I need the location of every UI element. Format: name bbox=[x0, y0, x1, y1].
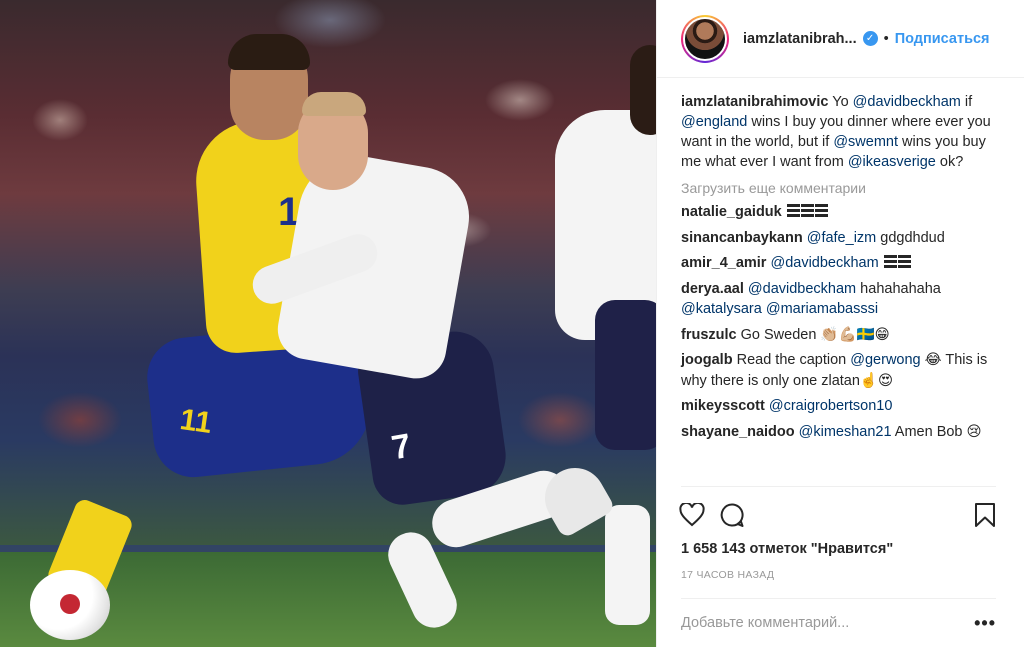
comment-input[interactable] bbox=[681, 615, 975, 631]
comment-username[interactable]: natalie_gaiduk bbox=[681, 204, 782, 220]
sweden-player-hair bbox=[228, 34, 310, 70]
comment-text: gdgdhdud bbox=[876, 229, 945, 246]
comment-row: natalie_gaiduk bbox=[681, 202, 996, 223]
mention-link[interactable]: @davidbeckham bbox=[853, 94, 961, 110]
comment-username[interactable]: fruszulc bbox=[681, 327, 737, 343]
add-comment-bar: ••• bbox=[681, 598, 996, 647]
instagram-post: 11 11 7 iamzlatanibrah... ✓ • Подписатьс… bbox=[0, 0, 1024, 647]
sweden-shorts-number: 11 bbox=[177, 402, 214, 441]
right-player-sock bbox=[605, 505, 650, 625]
comment-row: mikeysscott @craigrobertson10 bbox=[681, 396, 996, 417]
comment-username[interactable]: joogalb bbox=[681, 352, 733, 368]
comment-text: Go Sweden 👏🏼💪🏼🇸🇪😁 bbox=[740, 326, 890, 343]
comment-username[interactable]: shayane_naidoo bbox=[681, 424, 795, 440]
follow-button[interactable]: Подписаться bbox=[895, 31, 990, 47]
comment-username[interactable]: mikeysscott bbox=[681, 398, 765, 414]
mention-link[interactable]: @craigrobertson10 bbox=[769, 398, 893, 414]
comment-text: Yo bbox=[828, 94, 853, 110]
post-actions-bar bbox=[679, 498, 996, 532]
mention-link[interactable]: @davidbeckham bbox=[770, 255, 878, 271]
emoji-bar-glyph bbox=[800, 204, 814, 218]
likes-count[interactable]: 1 658 143 отметок "Нравится" bbox=[681, 541, 893, 557]
comment-text: ok? bbox=[935, 154, 964, 170]
comment-row: sinancanbaykann @fafe_izm gdgdhdud bbox=[681, 228, 996, 249]
comment-username[interactable]: sinancanbaykann bbox=[681, 230, 803, 246]
mention-link[interactable]: @gerwong bbox=[850, 352, 920, 368]
comments-list: iamzlatanibrahimovic Yo @davidbeckham if… bbox=[657, 78, 1024, 442]
post-header: iamzlatanibrah... ✓ • Подписаться bbox=[657, 0, 1024, 78]
emoji-bar-glyph bbox=[883, 255, 897, 269]
save-button[interactable] bbox=[968, 498, 1002, 532]
avatar[interactable] bbox=[683, 16, 727, 61]
comment-row: derya.aal @davidbeckham hahahahaha @kata… bbox=[681, 279, 996, 320]
bookmark-icon bbox=[975, 503, 995, 527]
mention-link[interactable]: @fafe_izm bbox=[807, 230, 877, 246]
comment-username[interactable]: amir_4_amir bbox=[681, 255, 766, 271]
emoji-bar-glyph bbox=[814, 204, 828, 218]
actions-divider bbox=[681, 486, 996, 487]
header-separator-dot: • bbox=[883, 30, 889, 47]
comment-text: hahahahaha bbox=[856, 280, 941, 297]
caption-username[interactable]: iamzlatanibrahimovic bbox=[681, 94, 828, 110]
avatar-story-ring[interactable] bbox=[681, 14, 729, 63]
mention-link[interactable]: @katalysara bbox=[681, 301, 762, 317]
comment-username[interactable]: derya.aal bbox=[681, 281, 744, 297]
comment-rows: natalie_gaiduk sinancanbaykann @fafe_izm… bbox=[681, 202, 996, 442]
post-timestamp[interactable]: 17 ЧАСОВ НАЗАД bbox=[681, 569, 774, 581]
post-photo[interactable]: 11 11 7 bbox=[0, 0, 656, 647]
emoji-bar-glyph bbox=[786, 204, 800, 218]
england-player-hair bbox=[302, 92, 366, 116]
comment-text bbox=[879, 255, 883, 271]
comment-text: Read the caption bbox=[736, 352, 851, 368]
post-caption: iamzlatanibrahimovic Yo @davidbeckham if… bbox=[681, 92, 996, 172]
mention-link[interactable]: @england bbox=[681, 114, 747, 130]
like-button[interactable] bbox=[675, 498, 709, 532]
comment-row: joogalb Read the caption @gerwong 😂 This… bbox=[681, 350, 996, 391]
right-player-shorts bbox=[595, 300, 656, 450]
heart-icon bbox=[679, 503, 705, 527]
load-more-comments-button[interactable]: Загрузить еще комментарии bbox=[681, 180, 996, 196]
mention-link[interactable]: @swemnt bbox=[833, 134, 898, 150]
mention-link[interactable]: @davidbeckham bbox=[748, 281, 856, 297]
comment-row: fruszulc Go Sweden 👏🏼💪🏼🇸🇪😁 bbox=[681, 325, 996, 346]
comment-button[interactable] bbox=[715, 498, 749, 532]
mention-link[interactable]: @mariamabasssi bbox=[766, 301, 878, 317]
comment-text: if bbox=[960, 94, 973, 110]
mention-link[interactable]: @ikeasverige bbox=[848, 154, 936, 170]
emoji-bar-glyph bbox=[897, 255, 911, 269]
comment-text: Amen Bob 😢 bbox=[891, 423, 982, 440]
post-side-panel: iamzlatanibrah... ✓ • Подписаться iamzla… bbox=[656, 0, 1024, 647]
comment-row: amir_4_amir @davidbeckham bbox=[681, 253, 996, 274]
more-options-button[interactable]: ••• bbox=[974, 613, 996, 634]
comment-icon bbox=[720, 503, 744, 527]
right-player-head bbox=[630, 45, 656, 135]
comment-row: shayane_naidoo @kimeshan21 Amen Bob 😢 bbox=[681, 422, 996, 443]
mention-link[interactable]: @kimeshan21 bbox=[799, 424, 892, 440]
header-username[interactable]: iamzlatanibrah... bbox=[743, 31, 857, 47]
football bbox=[30, 570, 110, 640]
verified-badge-icon: ✓ bbox=[862, 31, 878, 46]
